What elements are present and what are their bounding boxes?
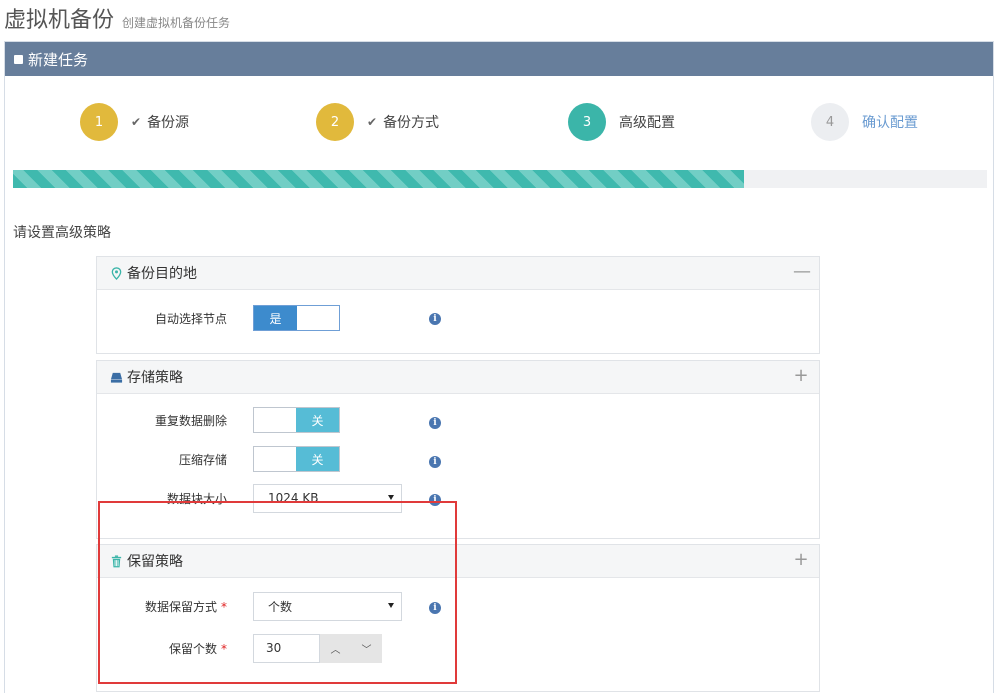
info-icon[interactable]: i <box>429 313 441 325</box>
expand-icon[interactable]: + <box>793 367 809 385</box>
destination-panel-title: 备份目的地 <box>127 266 197 282</box>
step-4-number: 4 <box>811 103 849 141</box>
step-1-label: 备份源 <box>147 115 190 131</box>
dedup-switch[interactable]: 关 <box>253 407 340 433</box>
retention-panel: 保留策略 + 数据保留方式 * 个数 i 保留个数 * 30 ︿ ﹀ <box>96 544 820 692</box>
page-header: 虚拟机备份 创建虚拟机备份任务 <box>4 0 230 36</box>
required-mark: * <box>221 641 227 656</box>
retention-count-input[interactable]: 30 <box>253 633 320 663</box>
map-marker-icon <box>111 266 122 280</box>
switch-handle <box>254 408 296 432</box>
expand-icon[interactable]: + <box>793 551 809 569</box>
storage-panel: 存储策略 + 重复数据删除 关 i 压缩存储 关 i 数据块大小 1024 KB <box>96 360 820 539</box>
dedup-row: 重复数据删除 关 i <box>97 406 819 434</box>
retention-panel-title: 保留策略 <box>127 554 183 570</box>
retention-panel-header[interactable]: 保留策略 + <box>97 545 819 578</box>
retention-count-label: 保留个数 * <box>169 640 227 657</box>
info-icon[interactable]: i <box>429 494 441 506</box>
retention-mode-row: 数据保留方式 * 个数 i <box>97 591 819 621</box>
switch-on-state: 是 <box>254 306 297 330</box>
retention-mode-label: 数据保留方式 * <box>145 598 227 615</box>
compress-label: 压缩存储 <box>178 452 227 467</box>
switch-off-state: 关 <box>296 447 339 471</box>
new-task-portlet: 新建任务 1 ✔ 备份源 2 ✔ 备份方式 3 高级配置 4 确认配置 请设置高… <box>4 41 994 693</box>
page-subtitle: 创建虚拟机备份任务 <box>122 16 231 30</box>
switch-handle <box>297 306 339 330</box>
auto-node-switch[interactable]: 是 <box>253 305 340 331</box>
trash-icon <box>111 554 122 567</box>
retention-mode-value: 个数 <box>268 599 293 614</box>
retention-count-label-text: 保留个数 <box>168 641 217 656</box>
step-4[interactable]: 4 确认配置 <box>811 100 918 144</box>
step-3-label: 高级配置 <box>619 115 675 131</box>
retention-mode-label-text: 数据保留方式 <box>144 599 217 614</box>
block-size-select[interactable]: 1024 KB <box>253 483 402 513</box>
retention-mode-select[interactable]: 个数 <box>253 591 402 621</box>
auto-node-label: 自动选择节点 <box>154 311 227 326</box>
step-3-number: 3 <box>568 103 606 141</box>
check-icon: ✔ <box>131 115 142 129</box>
portlet-header: 新建任务 <box>5 42 993 76</box>
compress-row: 压缩存储 关 i <box>97 445 819 473</box>
info-icon[interactable]: i <box>429 456 441 468</box>
block-size-label: 数据块大小 <box>166 491 227 506</box>
collapse-icon[interactable]: — <box>793 263 811 281</box>
retention-count-row: 保留个数 * 30 ︿ ﹀ <box>97 633 819 663</box>
wizard-steps: 1 ✔ 备份源 2 ✔ 备份方式 3 高级配置 4 确认配置 <box>5 100 995 144</box>
destination-panel-header[interactable]: 备份目的地 — <box>97 257 819 290</box>
decrement-button[interactable]: ﹀ <box>351 633 382 663</box>
info-icon[interactable]: i <box>429 417 441 429</box>
dedup-label: 重复数据删除 <box>154 413 227 428</box>
step-3[interactable]: 3 高级配置 <box>568 100 675 144</box>
caret-down-icon <box>388 494 394 500</box>
wizard-progress <box>13 170 987 188</box>
destination-panel: 备份目的地 — 自动选择节点 是 i <box>96 256 820 354</box>
section-label: 请设置高级策略 <box>13 225 111 241</box>
step-2-number: 2 <box>316 103 354 141</box>
step-1-number: 1 <box>80 103 118 141</box>
block-size-row: 数据块大小 1024 KB i <box>97 483 819 513</box>
increment-button[interactable]: ︿ <box>320 633 351 663</box>
switch-off-state: 关 <box>296 408 339 432</box>
portlet-title: 新建任务 <box>28 50 89 69</box>
gift-icon <box>14 54 23 64</box>
info-icon[interactable]: i <box>429 602 441 614</box>
check-icon: ✔ <box>367 115 378 129</box>
step-4-label: 确认配置 <box>862 115 918 131</box>
retention-count-spinner: 30 ︿ ﹀ <box>253 633 383 663</box>
progress-bar-fill <box>13 170 744 188</box>
compress-switch[interactable]: 关 <box>253 446 340 472</box>
required-mark: * <box>221 599 227 614</box>
page-title: 虚拟机备份 <box>4 8 115 33</box>
block-size-value: 1024 KB <box>268 491 319 505</box>
storage-panel-title: 存储策略 <box>127 370 183 386</box>
step-2[interactable]: 2 ✔ 备份方式 <box>316 100 439 144</box>
caret-down-icon <box>388 602 394 608</box>
auto-node-row: 自动选择节点 是 i <box>97 304 819 332</box>
storage-panel-header[interactable]: 存储策略 + <box>97 361 819 394</box>
storage-icon <box>110 372 123 383</box>
step-2-label: 备份方式 <box>383 115 440 131</box>
switch-handle <box>254 447 296 471</box>
step-1[interactable]: 1 ✔ 备份源 <box>80 100 189 144</box>
